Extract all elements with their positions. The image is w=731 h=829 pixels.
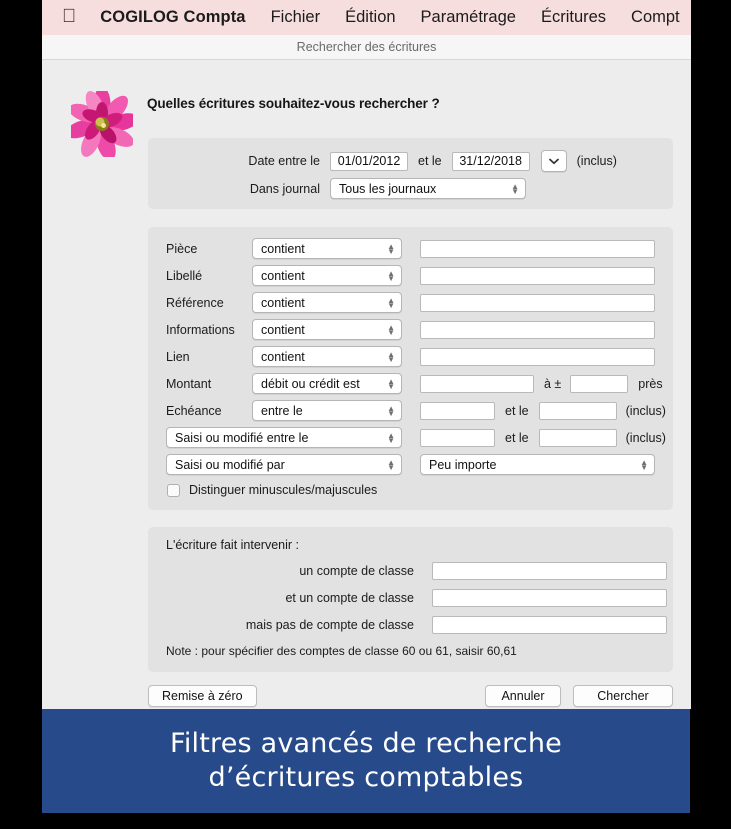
saisi-par-user-value: Peu importe xyxy=(429,457,497,472)
reset-button[interactable]: Remise à zéro xyxy=(148,685,257,707)
menu-bar:  COGILOG Compta Fichier Édition Paramét… xyxy=(42,0,691,35)
caption-line-1: Filtres avancés de recherche xyxy=(170,728,562,759)
window-titlebar: Rechercher des écritures xyxy=(42,35,691,60)
stepper-icon: ▲ ▼ xyxy=(387,322,395,337)
criteria-operator-informations-value: contient xyxy=(261,322,305,337)
menu-item-edition[interactable]: Édition xyxy=(345,8,395,27)
criteria-operator-libelle[interactable]: contient ▲ ▼ xyxy=(252,265,402,286)
stepper-icon: ▲ ▼ xyxy=(387,457,395,472)
accounts-panel: L'écriture fait intervenir : un compte d… xyxy=(148,527,673,672)
apple-icon[interactable]:  xyxy=(62,7,76,26)
account-class-input-2[interactable] xyxy=(432,589,667,607)
criteria-panel: Pièce contient ▲▼ Libellé contient ▲▼ xyxy=(148,227,673,510)
echeance-from-input[interactable] xyxy=(420,401,495,420)
accounts-note: Note : pour spécifier des comptes de cla… xyxy=(166,644,517,658)
date-to-input[interactable]: 31/12/2018 xyxy=(451,151,530,171)
criteria-operator-montant[interactable]: débit ou crédit est ▲ ▼ xyxy=(252,373,402,394)
criteria-value-montant[interactable] xyxy=(420,374,534,393)
criteria-label-libelle: Libellé xyxy=(166,268,203,283)
saisi-par-select[interactable]: Saisi ou modifié par ▲ ▼ xyxy=(166,454,402,475)
account-class-label-3: mais pas de compte de classe xyxy=(245,618,414,632)
criteria-value-reference[interactable] xyxy=(420,293,655,312)
date-range-label: Date entre le xyxy=(248,154,320,168)
stepper-icon: ▲ ▼ xyxy=(511,181,519,196)
saisi-entre-select[interactable]: Saisi ou modifié entre le ▲ ▼ xyxy=(166,427,402,448)
caption-banner: Filtres avancés de recherche d’écritures… xyxy=(42,709,690,813)
case-sensitive-label: Distinguer minuscules/majuscules xyxy=(189,483,378,497)
echeance-mid-label: et le xyxy=(505,403,529,418)
criteria-operator-lien-value: contient xyxy=(261,349,305,364)
criteria-label-montant: Montant xyxy=(166,376,212,391)
criteria-operator-libelle-value: contient xyxy=(261,268,305,283)
saisi-par-select-value: Saisi ou modifié par xyxy=(175,457,285,472)
montant-tolerance-suffix: près xyxy=(638,376,663,391)
date-between-label: et le xyxy=(418,154,442,168)
stepper-icon: ▲ ▼ xyxy=(387,403,395,418)
flower-icon xyxy=(65,87,139,161)
criteria-value-informations[interactable] xyxy=(420,320,655,339)
stepper-icon: ▲ ▼ xyxy=(387,349,395,364)
menu-item-app[interactable]: COGILOG Compta xyxy=(100,8,245,27)
journal-select[interactable]: Tous les journaux ▲ ▼ xyxy=(330,178,526,199)
echeance-inclusive-label: (inclus) xyxy=(625,403,666,418)
saisi-entre-inclusive-label: (inclus) xyxy=(625,430,666,445)
caption-line-2: d’écritures comptables xyxy=(208,762,524,793)
menu-item-parametrage[interactable]: Paramétrage xyxy=(421,8,516,27)
account-class-input-3[interactable] xyxy=(432,616,667,634)
criteria-label-lien: Lien xyxy=(166,349,190,364)
accounts-panel-title: L'écriture fait intervenir : xyxy=(166,538,299,552)
menu-item-ecritures[interactable]: Écritures xyxy=(541,8,606,27)
journal-select-value: Tous les journaux xyxy=(339,181,437,196)
case-sensitive-checkbox[interactable] xyxy=(167,483,180,497)
montant-tolerance-input[interactable] xyxy=(570,374,629,393)
criteria-value-lien[interactable] xyxy=(420,347,655,366)
saisi-entre-select-value: Saisi ou modifié entre le xyxy=(175,430,309,445)
stepper-icon: ▲ ▼ xyxy=(387,430,395,445)
criteria-operator-piece-value: contient xyxy=(261,241,305,256)
criteria-operator-echeance[interactable]: entre le ▲ ▼ xyxy=(252,400,402,421)
criteria-label-piece: Pièce xyxy=(166,241,198,256)
chevron-down-icon xyxy=(548,158,559,165)
account-class-label-1: un compte de classe xyxy=(299,564,414,578)
window-title: Rechercher des écritures xyxy=(296,40,437,54)
menu-item-comptes[interactable]: Compt xyxy=(631,8,680,27)
date-inclusive-label: (inclus) xyxy=(576,154,617,168)
criteria-label-echeance: Echéance xyxy=(166,403,222,418)
echeance-to-input[interactable] xyxy=(538,401,617,420)
saisi-entre-mid-label: et le xyxy=(505,430,529,445)
cancel-button[interactable]: Annuler xyxy=(485,685,561,707)
criteria-operator-lien[interactable]: contient ▲ ▼ xyxy=(252,346,402,367)
saisi-par-user-select[interactable]: Peu importe ▲ ▼ xyxy=(420,454,655,475)
stepper-icon: ▲ ▼ xyxy=(387,268,395,283)
search-dialog-window: Rechercher des écritures Quelles écritur… xyxy=(42,35,691,709)
date-preset-popup-button[interactable] xyxy=(540,150,567,172)
stepper-icon: ▲ ▼ xyxy=(387,295,395,310)
criteria-value-piece[interactable] xyxy=(420,239,655,258)
date-from-input[interactable]: 01/01/2012 xyxy=(330,151,408,171)
account-class-input-1[interactable] xyxy=(432,562,667,580)
stepper-icon: ▲ ▼ xyxy=(387,376,395,391)
stepper-icon: ▲ ▼ xyxy=(387,241,395,256)
page-title: Quelles écritures souhaitez-vous recherc… xyxy=(147,96,440,111)
criteria-operator-informations[interactable]: contient ▲ ▼ xyxy=(252,319,402,340)
menu-item-fichier[interactable]: Fichier xyxy=(271,8,321,27)
montant-tolerance-prefix: à ± xyxy=(544,376,562,391)
criteria-operator-piece[interactable]: contient ▲ ▼ xyxy=(252,238,402,259)
criteria-label-informations: Informations xyxy=(166,322,235,337)
saisi-entre-from-input[interactable] xyxy=(420,428,495,447)
dialog-content: Quelles écritures souhaitez-vous recherc… xyxy=(42,60,691,709)
criteria-operator-echeance-value: entre le xyxy=(261,403,303,418)
criteria-label-reference: Référence xyxy=(166,295,224,310)
search-button[interactable]: Chercher xyxy=(573,685,673,707)
saisi-entre-to-input[interactable] xyxy=(538,428,617,447)
criteria-operator-reference[interactable]: contient ▲ ▼ xyxy=(252,292,402,313)
account-class-label-2: et un compte de classe xyxy=(285,591,414,605)
criteria-operator-reference-value: contient xyxy=(261,295,305,310)
criteria-operator-montant-value: débit ou crédit est xyxy=(261,376,360,391)
dates-panel: Date entre le 01/01/2012 et le 31/12/201… xyxy=(148,138,673,209)
journal-label: Dans journal xyxy=(249,181,320,196)
criteria-value-libelle[interactable] xyxy=(420,266,655,285)
stepper-icon: ▲ ▼ xyxy=(640,457,648,472)
screenshot-root:  COGILOG Compta Fichier Édition Paramét… xyxy=(0,0,731,829)
